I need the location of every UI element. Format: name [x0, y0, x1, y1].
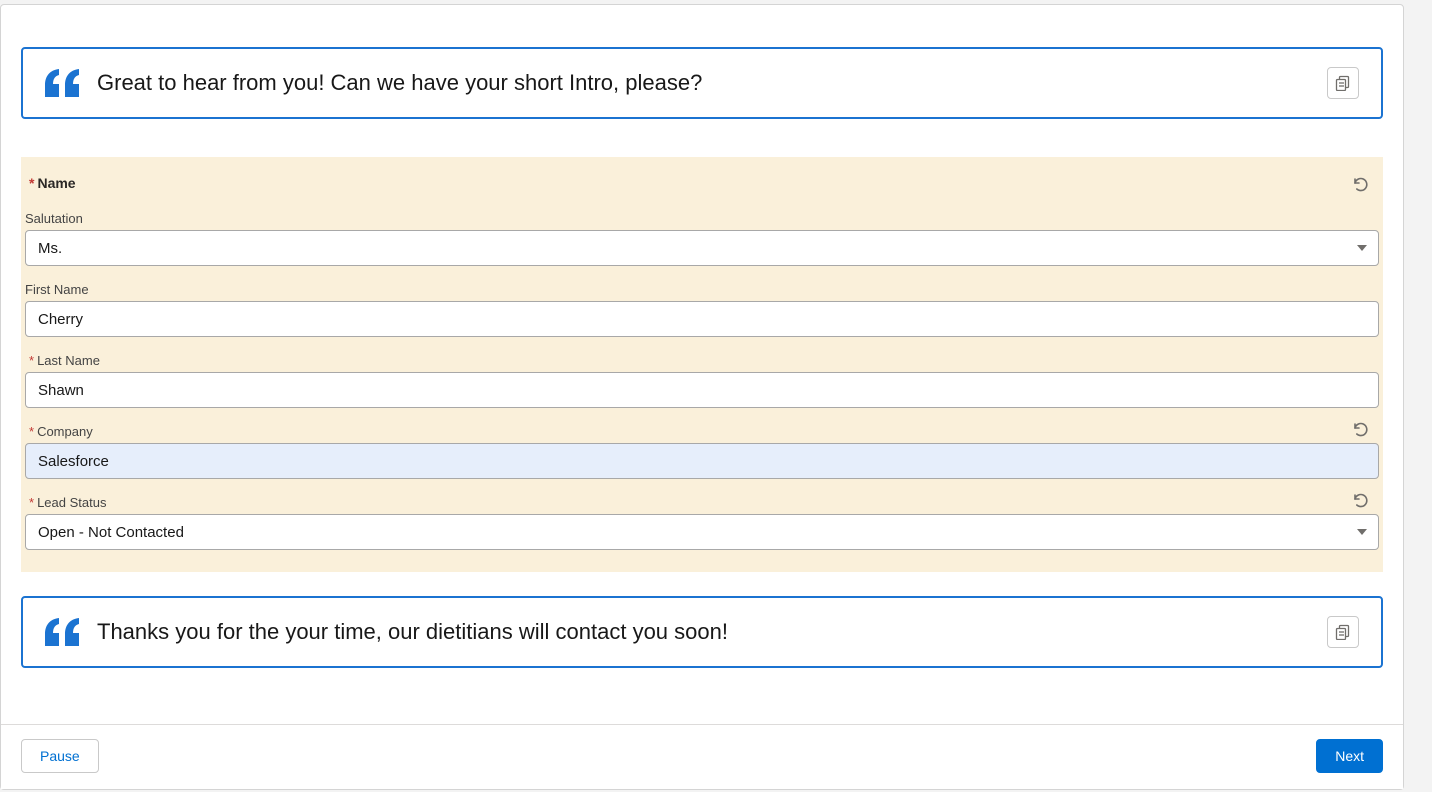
last-name-label: *Last Name: [21, 343, 1383, 372]
intro-quote-text: Great to hear from you! Can we have your…: [97, 68, 1309, 99]
name-undo-button[interactable]: [1345, 173, 1375, 195]
lead-status-undo-button[interactable]: [1345, 489, 1375, 511]
outro-quote-text: Thanks you for the your time, our dietit…: [97, 617, 1309, 648]
intro-copy-button[interactable]: [1327, 67, 1359, 99]
undo-icon: [1351, 491, 1369, 509]
salutation-label: Salutation: [21, 201, 1383, 230]
undo-icon: [1351, 420, 1369, 438]
outro-quote-box: Thanks you for the your time, our dietit…: [21, 596, 1383, 668]
lead-status-value: Open - Not Contacted: [38, 524, 184, 541]
copy-icon: [1335, 624, 1351, 640]
lead-status-select[interactable]: Open - Not Contacted: [25, 514, 1379, 550]
first-name-input[interactable]: [25, 301, 1379, 337]
copy-icon: [1335, 75, 1351, 91]
salutation-value: Ms.: [38, 240, 62, 257]
company-input[interactable]: [25, 443, 1379, 479]
footer: Pause Next: [1, 724, 1403, 789]
quote-icon: [45, 618, 79, 646]
pause-button[interactable]: Pause: [21, 739, 99, 773]
last-name-input[interactable]: [25, 372, 1379, 408]
chevron-down-icon: [1356, 526, 1368, 538]
company-undo-button[interactable]: [1345, 418, 1375, 440]
intro-quote-box: Great to hear from you! Can we have your…: [21, 47, 1383, 119]
salutation-select[interactable]: Ms.: [25, 230, 1379, 266]
company-label: *Company: [21, 414, 1345, 443]
next-button[interactable]: Next: [1316, 739, 1383, 773]
undo-icon: [1351, 175, 1369, 193]
outro-copy-button[interactable]: [1327, 616, 1359, 648]
quote-icon: [45, 69, 79, 97]
name-field-label: *Name: [21, 173, 1345, 195]
lead-status-label: *Lead Status: [21, 485, 1345, 514]
first-name-label: First Name: [21, 272, 1383, 301]
form-section: *Name Salutation Ms.: [21, 157, 1383, 572]
chevron-down-icon: [1356, 242, 1368, 254]
